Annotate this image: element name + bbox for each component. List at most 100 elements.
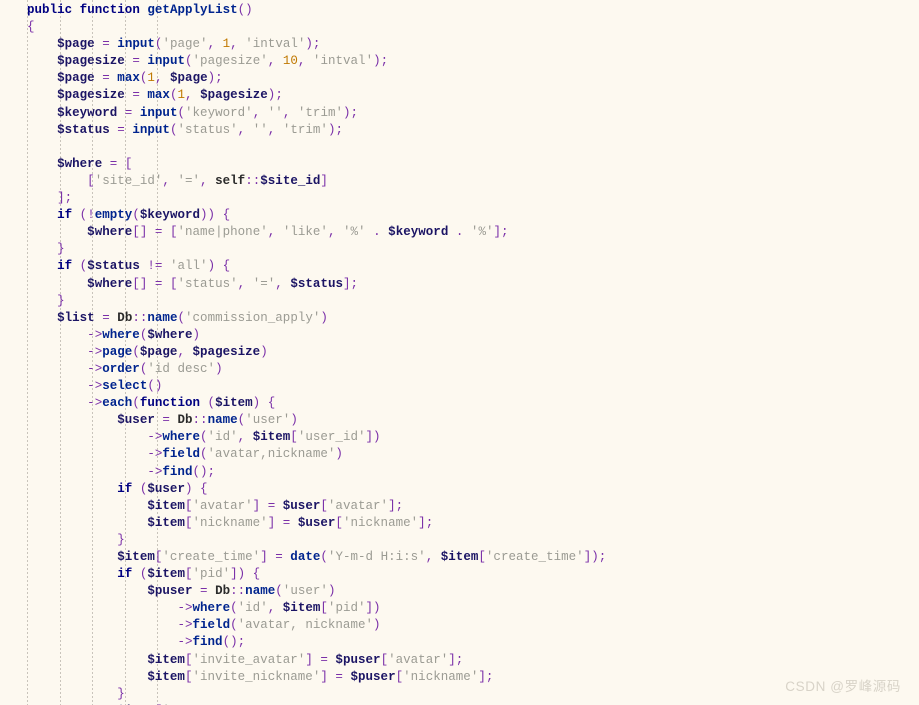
token-kw: public xyxy=(27,3,73,17)
code-line: ->field('avatar, nickname') xyxy=(27,617,919,634)
token-op: = xyxy=(335,669,343,684)
code-line: ->order('id desc') xyxy=(27,361,919,378)
token-var: $status xyxy=(290,276,344,291)
token-cls: Db xyxy=(117,310,133,325)
token-op: ( xyxy=(230,618,238,633)
token-op: ]; xyxy=(448,652,464,667)
token-op: = xyxy=(320,652,328,667)
token-fn: max xyxy=(147,88,170,103)
token-str: 'id' xyxy=(237,601,268,616)
token-op: [ xyxy=(335,515,343,530)
code-line: { xyxy=(27,19,919,36)
token-fn: getApplyList xyxy=(147,3,238,17)
token-var: $item xyxy=(252,430,291,445)
code-line: $where[] = ['name|phone', 'like', '%' . … xyxy=(27,224,919,241)
token-op: ( xyxy=(200,396,216,411)
token-fn: find xyxy=(162,464,193,479)
token-op: = xyxy=(102,310,110,325)
token-op: = xyxy=(102,37,110,52)
token-op: . xyxy=(448,225,471,240)
token-var: $puser xyxy=(335,652,381,667)
token-op: ( xyxy=(177,105,185,120)
code-line: $pagesize = input('pagesize', 10, 'intva… xyxy=(27,53,919,70)
token-op: :: xyxy=(192,413,208,428)
token-str: 'name|phone' xyxy=(177,225,268,240)
token-var: $user xyxy=(117,413,155,428)
code-line: if (!empty($keyword)) { xyxy=(27,207,919,224)
token-op: [] xyxy=(132,276,155,291)
token-op: ]; xyxy=(388,498,404,513)
token-op: ) xyxy=(260,344,268,359)
code-line: $pagesize = max(1, $pagesize); xyxy=(27,87,919,104)
token-num: 1 xyxy=(177,88,186,103)
code-line: ->where('id', $item['pid']) xyxy=(27,600,919,617)
token-op: )) { xyxy=(200,208,231,223)
code-line: ->find(); xyxy=(27,634,919,651)
token-str: 'avatar' xyxy=(327,498,389,513)
code-line: $where[] = ['status', '=', $status]; xyxy=(27,276,919,293)
code-line: ->find(); xyxy=(27,464,919,481)
token-str: 'user' xyxy=(282,584,328,599)
token-str: 'user_id' xyxy=(297,430,366,445)
token-op: } xyxy=(117,686,125,701)
token-op: [ xyxy=(87,173,95,188)
token-kw: if xyxy=(117,481,133,496)
token-var: $user xyxy=(297,515,336,530)
token-op: ); xyxy=(327,122,344,137)
code-line: $user = Db::name('user') xyxy=(27,412,919,429)
token-var: $pagesize xyxy=(57,88,125,103)
token-op: ( xyxy=(132,208,140,223)
token-op: ] xyxy=(260,550,276,564)
code-line: $list = Db::name('commission_apply') xyxy=(27,310,919,327)
token-fn: name xyxy=(147,310,178,325)
token-op: ( xyxy=(132,567,148,582)
token-fn: field xyxy=(162,447,200,462)
token-op: (! xyxy=(79,208,95,223)
token-op: ( xyxy=(132,481,148,496)
token-var: $status xyxy=(57,122,110,137)
token-op: ]; xyxy=(343,276,359,291)
token-op: ]) xyxy=(365,430,381,445)
token-var: $where xyxy=(147,327,193,342)
token-op: ) xyxy=(320,310,328,325)
token-str: 'trim' xyxy=(282,122,328,137)
token-op: [ xyxy=(320,601,328,616)
token-op: -> xyxy=(147,464,163,479)
token-op: ); xyxy=(207,71,223,86)
token-op: = xyxy=(132,88,140,103)
token-op: (); xyxy=(222,635,246,650)
code-line: ->select() xyxy=(27,378,919,395)
token-var: $item xyxy=(117,550,155,564)
code-line: ->where('id', $item['user_id']) xyxy=(27,429,919,446)
token-var: $puser xyxy=(147,584,193,599)
token-op: :: xyxy=(132,310,148,325)
token-str: 'intval' xyxy=(245,37,306,52)
token-op: ( xyxy=(185,54,193,69)
code-line: ->each(function ($item) { xyxy=(27,395,919,412)
token-str: 'avatar,nickname' xyxy=(207,447,336,462)
token-str: 'pid' xyxy=(192,567,231,582)
token-op: ); xyxy=(305,37,321,52)
